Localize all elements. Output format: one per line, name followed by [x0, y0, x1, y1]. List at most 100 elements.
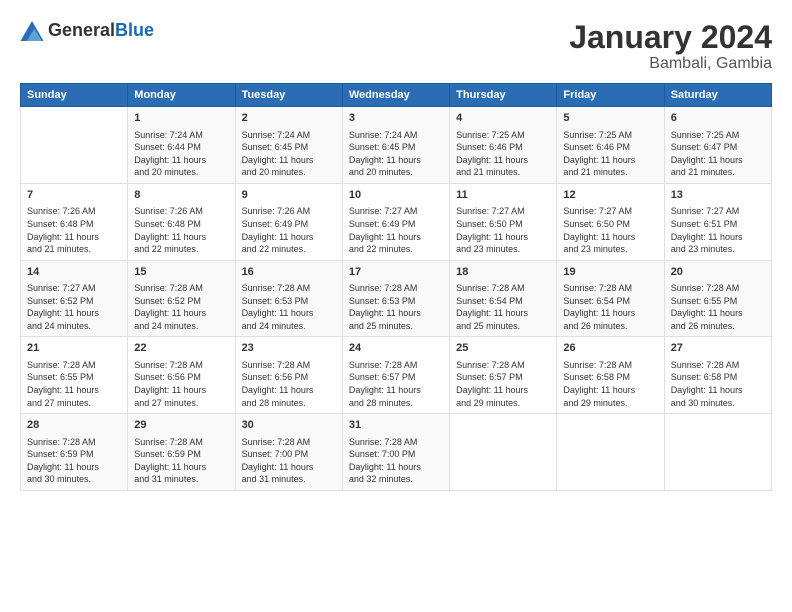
calendar-cell: 29Sunrise: 7:28 AM Sunset: 6:59 PM Dayli…	[128, 414, 235, 491]
day-info: Sunrise: 7:28 AM Sunset: 6:56 PM Dayligh…	[242, 359, 336, 409]
calendar-cell: 4 Sunrise: 7:25 AM Sunset: 6:46 PM Daylig…	[450, 107, 557, 184]
day-number: 19	[563, 265, 657, 280]
calendar-cell: 10Sunrise: 7:27 AM Sunset: 6:49 PM Dayli…	[342, 183, 449, 260]
day-info: Sunrise: 7:28 AM Sunset: 6:55 PM Dayligh…	[671, 282, 765, 332]
day-info: Sunrise: 7:25 AM Sunset: 6:46 PM Dayligh…	[456, 129, 550, 179]
header-monday: Monday	[128, 84, 235, 107]
calendar-cell: 13 Sunrise: 7:27 AM Sunset: 6:51 PM Dayli…	[664, 183, 771, 260]
day-number: 4	[456, 111, 550, 126]
day-info: Sunrise: 7:27 AM Sunset: 6:50 PM Dayligh…	[563, 205, 657, 255]
day-info: Sunrise: 7:26 AM Sunset: 6:48 PM Dayligh…	[27, 205, 121, 255]
day-info: Sunrise: 7:28 AM Sunset: 6:57 PM Dayligh…	[456, 359, 550, 409]
calendar-cell: 5Sunrise: 7:25 AM Sunset: 6:46 PM Daylig…	[557, 107, 664, 184]
calendar-cell: 7 Sunrise: 7:26 AM Sunset: 6:48 PM Daylig…	[21, 183, 128, 260]
calendar-cell: 15 Sunrise: 7:28 AM Sunset: 6:52 PM Dayli…	[128, 260, 235, 337]
day-number: 17	[349, 265, 443, 280]
day-number: 26	[563, 341, 657, 356]
day-info: Sunrise: 7:28 AM Sunset: 6:56 PM Dayligh…	[134, 359, 228, 409]
day-info: Sunrise: 7:28 AM Sunset: 6:53 PM Dayligh…	[242, 282, 336, 332]
day-info: Sunrise: 7:28 AM Sunset: 6:55 PM Dayligh…	[27, 359, 121, 409]
day-info: Sunrise: 7:25 AM Sunset: 6:47 PM Dayligh…	[671, 129, 765, 179]
calendar-cell: 22 Sunrise: 7:28 AM Sunset: 6:56 PM Dayli…	[128, 337, 235, 414]
calendar-cell: 16Sunrise: 7:28 AM Sunset: 6:53 PM Dayli…	[235, 260, 342, 337]
day-number: 24	[349, 341, 443, 356]
calendar-cell: 12Sunrise: 7:27 AM Sunset: 6:50 PM Dayli…	[557, 183, 664, 260]
title-block: January 2024 Bambali, Gambia	[569, 20, 772, 73]
day-number: 20	[671, 265, 765, 280]
calendar-cell: 30 Sunrise: 7:28 AM Sunset: 7:00 PM Dayli…	[235, 414, 342, 491]
day-number: 7	[27, 188, 121, 203]
logo-general: General	[48, 20, 115, 40]
calendar-cell: 11 Sunrise: 7:27 AM Sunset: 6:50 PM Dayli…	[450, 183, 557, 260]
calendar-week-1: 1 Sunrise: 7:24 AM Sunset: 6:44 PM Daylig…	[21, 107, 772, 184]
day-number: 1	[134, 111, 228, 126]
logo-blue: Blue	[115, 20, 154, 40]
calendar-cell: 26 Sunrise: 7:28 AM Sunset: 6:58 PM Dayli…	[557, 337, 664, 414]
day-number: 31	[349, 418, 443, 433]
day-info: Sunrise: 7:27 AM Sunset: 6:51 PM Dayligh…	[671, 205, 765, 255]
day-info: Sunrise: 7:28 AM Sunset: 6:59 PM Dayligh…	[134, 436, 228, 486]
day-number: 27	[671, 341, 765, 356]
calendar-cell: 31Sunrise: 7:28 AM Sunset: 7:00 PM Dayli…	[342, 414, 449, 491]
calendar-cell: 17 Sunrise: 7:28 AM Sunset: 6:53 PM Dayli…	[342, 260, 449, 337]
day-number: 22	[134, 341, 228, 356]
logo-icon	[20, 21, 44, 41]
calendar-week-5: 28 Sunrise: 7:28 AM Sunset: 6:59 PM Dayli…	[21, 414, 772, 491]
day-info: Sunrise: 7:28 AM Sunset: 6:58 PM Dayligh…	[671, 359, 765, 409]
calendar-table: Sunday Monday Tuesday Wednesday Thursday…	[20, 83, 772, 491]
day-number: 3	[349, 111, 443, 126]
day-info: Sunrise: 7:27 AM Sunset: 6:50 PM Dayligh…	[456, 205, 550, 255]
calendar-cell: 23 Sunrise: 7:28 AM Sunset: 6:56 PM Dayli…	[235, 337, 342, 414]
calendar-cell: 20 Sunrise: 7:28 AM Sunset: 6:55 PM Dayli…	[664, 260, 771, 337]
day-info: Sunrise: 7:27 AM Sunset: 6:52 PM Dayligh…	[27, 282, 121, 332]
calendar-cell: 9Sunrise: 7:26 AM Sunset: 6:49 PM Daylig…	[235, 183, 342, 260]
day-info: Sunrise: 7:28 AM Sunset: 6:57 PM Dayligh…	[349, 359, 443, 409]
header-wednesday: Wednesday	[342, 84, 449, 107]
header: GeneralBlue January 2024 Bambali, Gambia	[20, 20, 772, 73]
day-info: Sunrise: 7:28 AM Sunset: 6:52 PM Dayligh…	[134, 282, 228, 332]
calendar-week-3: 14 Sunrise: 7:27 AM Sunset: 6:52 PM Dayli…	[21, 260, 772, 337]
day-number: 25	[456, 341, 550, 356]
day-number: 2	[242, 111, 336, 126]
day-info: Sunrise: 7:28 AM Sunset: 6:54 PM Dayligh…	[563, 282, 657, 332]
day-info: Sunrise: 7:24 AM Sunset: 6:44 PM Dayligh…	[134, 129, 228, 179]
day-info: Sunrise: 7:25 AM Sunset: 6:46 PM Dayligh…	[563, 129, 657, 179]
calendar-header: Sunday Monday Tuesday Wednesday Thursday…	[21, 84, 772, 107]
page: GeneralBlue January 2024 Bambali, Gambia…	[0, 0, 792, 612]
calendar-cell: 21Sunrise: 7:28 AM Sunset: 6:55 PM Dayli…	[21, 337, 128, 414]
header-sunday: Sunday	[21, 84, 128, 107]
calendar-title: January 2024	[569, 20, 772, 55]
day-info: Sunrise: 7:24 AM Sunset: 6:45 PM Dayligh…	[349, 129, 443, 179]
day-info: Sunrise: 7:28 AM Sunset: 6:53 PM Dayligh…	[349, 282, 443, 332]
day-info: Sunrise: 7:28 AM Sunset: 7:00 PM Dayligh…	[242, 436, 336, 486]
day-number: 30	[242, 418, 336, 433]
day-number: 11	[456, 188, 550, 203]
calendar-cell	[450, 414, 557, 491]
day-info: Sunrise: 7:27 AM Sunset: 6:49 PM Dayligh…	[349, 205, 443, 255]
day-number: 8	[134, 188, 228, 203]
calendar-week-2: 7 Sunrise: 7:26 AM Sunset: 6:48 PM Daylig…	[21, 183, 772, 260]
calendar-subtitle: Bambali, Gambia	[569, 55, 772, 73]
day-number: 14	[27, 265, 121, 280]
calendar-cell: 3 Sunrise: 7:24 AM Sunset: 6:45 PM Daylig…	[342, 107, 449, 184]
calendar-cell: 14 Sunrise: 7:27 AM Sunset: 6:52 PM Dayli…	[21, 260, 128, 337]
header-thursday: Thursday	[450, 84, 557, 107]
calendar-cell: 1 Sunrise: 7:24 AM Sunset: 6:44 PM Daylig…	[128, 107, 235, 184]
day-number: 28	[27, 418, 121, 433]
day-number: 13	[671, 188, 765, 203]
day-number: 23	[242, 341, 336, 356]
day-info: Sunrise: 7:26 AM Sunset: 6:49 PM Dayligh…	[242, 205, 336, 255]
calendar-body: 1 Sunrise: 7:24 AM Sunset: 6:44 PM Daylig…	[21, 107, 772, 491]
header-tuesday: Tuesday	[235, 84, 342, 107]
calendar-cell: 18Sunrise: 7:28 AM Sunset: 6:54 PM Dayli…	[450, 260, 557, 337]
day-info: Sunrise: 7:28 AM Sunset: 6:59 PM Dayligh…	[27, 436, 121, 486]
header-row: Sunday Monday Tuesday Wednesday Thursday…	[21, 84, 772, 107]
calendar-cell: 25 Sunrise: 7:28 AM Sunset: 6:57 PM Dayli…	[450, 337, 557, 414]
day-number: 15	[134, 265, 228, 280]
calendar-cell	[557, 414, 664, 491]
calendar-cell: 8 Sunrise: 7:26 AM Sunset: 6:48 PM Daylig…	[128, 183, 235, 260]
day-info: Sunrise: 7:24 AM Sunset: 6:45 PM Dayligh…	[242, 129, 336, 179]
day-info: Sunrise: 7:28 AM Sunset: 6:58 PM Dayligh…	[563, 359, 657, 409]
calendar-cell: 2 Sunrise: 7:24 AM Sunset: 6:45 PM Daylig…	[235, 107, 342, 184]
day-info: Sunrise: 7:26 AM Sunset: 6:48 PM Dayligh…	[134, 205, 228, 255]
